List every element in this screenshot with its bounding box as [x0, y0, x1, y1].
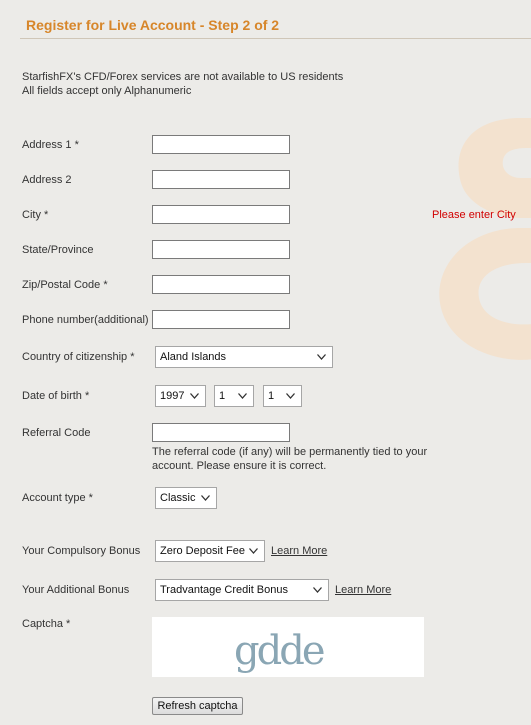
chevron-down-icon: [317, 354, 326, 360]
chevron-down-icon: [238, 393, 247, 399]
referral-label: Referral Code: [22, 427, 91, 439]
dob-month-value: 1: [219, 390, 226, 402]
title-divider: [20, 38, 531, 39]
city-input[interactable]: [152, 205, 290, 224]
address1-input[interactable]: [152, 135, 290, 154]
country-selected-value: Aland Islands: [160, 351, 227, 363]
referral-hint-line2: account. Please ensure it is correct.: [152, 460, 327, 472]
account-type-value: Classic: [160, 492, 196, 504]
phone-label: Phone number(additional): [22, 314, 149, 326]
referral-hint-line1: The referral code (if any) will be perma…: [152, 446, 428, 458]
dob-year-value: 1997: [160, 390, 185, 402]
zip-input[interactable]: [152, 275, 290, 294]
compulsory-bonus-learn-more-link[interactable]: Learn More: [271, 545, 327, 557]
country-select[interactable]: Aland Islands: [155, 346, 333, 368]
refresh-captcha-button[interactable]: Refresh captcha: [152, 697, 243, 715]
captcha-label: Captcha *: [22, 618, 71, 630]
notice-text: StarfishFX's CFD/Forex services are not …: [22, 70, 343, 98]
chevron-down-icon: [249, 548, 258, 554]
captcha-glyphs: gdde: [234, 628, 327, 674]
zip-label: Zip/Postal Code *: [22, 279, 108, 291]
chevron-down-icon: [201, 495, 210, 501]
dob-day-select[interactable]: 1: [263, 385, 302, 407]
state-label: State/Province: [22, 244, 94, 256]
city-error-message: Please enter City: [432, 209, 516, 221]
additional-bonus-learn-more-link[interactable]: Learn More: [335, 584, 391, 596]
dob-label: Date of birth *: [22, 390, 90, 402]
compulsory-bonus-value: Zero Deposit Fee: [160, 545, 245, 557]
phone-input[interactable]: [152, 310, 290, 329]
additional-bonus-value: Tradvantage Credit Bonus: [160, 584, 288, 596]
chevron-down-icon: [286, 393, 295, 399]
chevron-down-icon: [313, 587, 322, 593]
dob-year-select[interactable]: 1997: [155, 385, 206, 407]
compulsory-bonus-select[interactable]: Zero Deposit Fee: [155, 540, 265, 562]
referral-hint: The referral code (if any) will be perma…: [152, 445, 427, 473]
address2-label: Address 2: [22, 174, 72, 186]
address2-input[interactable]: [152, 170, 290, 189]
country-label: Country of citizenship *: [22, 351, 135, 363]
background-logo-watermark: [439, 118, 531, 360]
dob-day-value: 1: [268, 390, 275, 402]
additional-bonus-label: Your Additional Bonus: [22, 584, 130, 596]
account-type-label: Account type *: [22, 492, 93, 504]
compulsory-bonus-label: Your Compulsory Bonus: [22, 545, 141, 557]
captcha-image: gdde: [152, 617, 424, 677]
page-title: Register for Live Account - Step 2 of 2: [26, 17, 280, 33]
account-type-select[interactable]: Classic: [155, 487, 217, 509]
alphanumeric-notice: All fields accept only Alphanumeric: [22, 85, 192, 97]
chevron-down-icon: [190, 393, 199, 399]
state-input[interactable]: [152, 240, 290, 259]
us-residents-notice: StarfishFX's CFD/Forex services are not …: [22, 71, 344, 83]
additional-bonus-select[interactable]: Tradvantage Credit Bonus: [155, 579, 329, 601]
city-label: City *: [22, 209, 49, 221]
captcha-text: gdde: [234, 628, 324, 674]
dob-month-select[interactable]: 1: [214, 385, 254, 407]
referral-input[interactable]: [152, 423, 290, 442]
address1-label: Address 1 *: [22, 139, 79, 151]
